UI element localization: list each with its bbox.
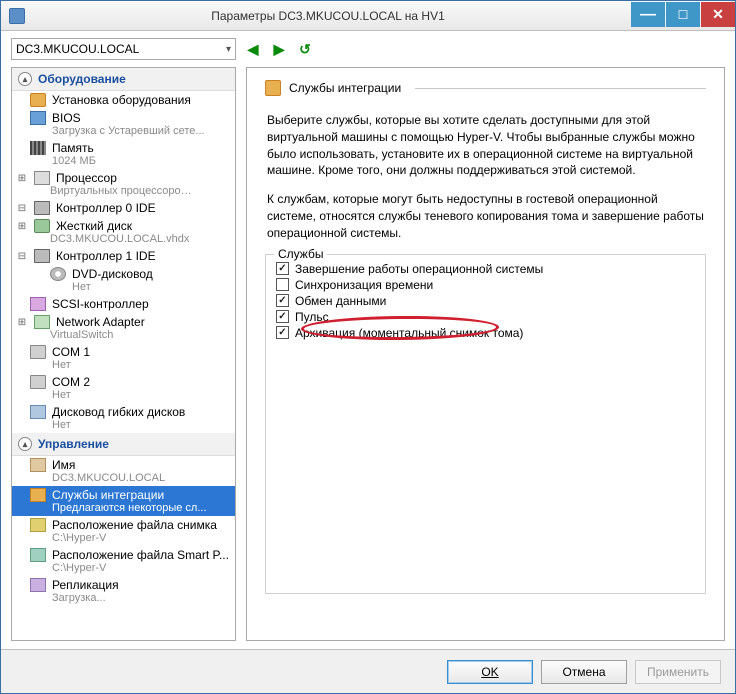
checkbox[interactable]: ✓ [276, 326, 289, 339]
service-label: Пульс [295, 310, 329, 324]
disk-icon [34, 219, 50, 233]
sidebar[interactable]: ▴ Оборудование Установка оборудования BI… [11, 67, 236, 641]
sidebar-item-name[interactable]: Имя DC3.MKUCOU.LOCAL [12, 456, 235, 486]
sidebar-item-ide0[interactable]: ⊟Контроллер 0 IDE [12, 199, 235, 217]
service-label: Синхронизация времени [295, 278, 433, 292]
service-row[interactable]: ✓ Пульс [276, 309, 695, 325]
service-row[interactable]: ✓ Завершение работы операционной системы [276, 261, 695, 277]
refresh-button[interactable]: ↻ [296, 40, 314, 58]
nav-back-button[interactable]: ◀ [244, 40, 262, 58]
panel-title: Службы интеграции [289, 81, 401, 95]
name-icon [30, 458, 46, 472]
scsi-icon [30, 297, 46, 311]
sidebar-item-com2[interactable]: COM 2 Нет [12, 373, 235, 403]
sidebar-item-snapshot[interactable]: Расположение файла снимка C:\Hyper-V [12, 516, 235, 546]
service-label: Обмен данными [295, 294, 386, 308]
sidebar-item-network[interactable]: ⊞Network Adapter VirtualSwitch [12, 313, 235, 343]
titlebar: Параметры DC3.MKUCOU.LOCAL на HV1 — ☐ ✕ [1, 1, 735, 31]
service-row[interactable]: Синхронизация времени [276, 277, 695, 293]
memory-icon [30, 141, 46, 155]
section-management: ▴ Управление [12, 433, 235, 456]
integration-icon [30, 488, 46, 502]
detail-panel: Службы интеграции Выберите службы, котор… [246, 67, 725, 641]
close-button[interactable]: ✕ [701, 2, 735, 27]
sidebar-item-hdd[interactable]: ⊞Жесткий диск DC3.MKUCOU.LOCAL.vhdx [12, 217, 235, 247]
minimize-button[interactable]: — [631, 2, 665, 27]
expand-icon[interactable]: ⊞ [16, 317, 28, 328]
checkbox[interactable]: ✓ [276, 310, 289, 323]
panel-description-2: К службам, которые могут быть недоступны… [267, 191, 704, 241]
services-group: Службы ✓Завершение работы операционной с… [265, 254, 706, 594]
expand-icon[interactable]: ⊞ [16, 173, 28, 184]
expand-icon[interactable]: ⊟ [16, 203, 28, 214]
sidebar-item-dvd[interactable]: DVD-дисковод Нет [12, 265, 235, 295]
sidebar-item-cpu[interactable]: ⊞Процессор Виртуальных процессоров: 1 [12, 169, 235, 199]
integration-icon [265, 80, 281, 96]
service-row[interactable]: ✓ Обмен данными [276, 293, 695, 309]
sidebar-item-bios[interactable]: BIOS Загрузка с Устаревший сете... [12, 109, 235, 139]
bios-icon [30, 111, 46, 125]
snapshot-icon [30, 518, 46, 532]
com-icon [30, 375, 46, 389]
sidebar-item-scsi[interactable]: SCSI-контроллер [12, 295, 235, 313]
sidebar-item-add-hardware[interactable]: Установка оборудования [12, 91, 235, 109]
hardware-icon [30, 93, 46, 107]
divider [415, 88, 706, 89]
sidebar-item-floppy[interactable]: Дисковод гибких дисков Нет [12, 403, 235, 433]
collapse-icon[interactable]: ▴ [18, 72, 32, 86]
dvd-icon [50, 267, 66, 281]
sidebar-item-integration[interactable]: Службы интеграции Предлагаются некоторые… [12, 486, 235, 516]
vm-selector-value: DC3.MKUCOU.LOCAL [16, 42, 139, 56]
service-label: Завершение работы операционной системы [295, 262, 543, 276]
collapse-icon[interactable]: ▴ [18, 437, 32, 451]
ide-icon [34, 201, 50, 215]
sidebar-item-com1[interactable]: COM 1 Нет [12, 343, 235, 373]
cpu-icon [34, 171, 50, 185]
checkbox[interactable] [276, 278, 289, 291]
replication-icon [30, 578, 46, 592]
service-row[interactable]: ✓ Архивация (моментальный снимок тома) [276, 325, 695, 341]
expand-icon[interactable]: ⊟ [16, 251, 28, 262]
com-icon [30, 345, 46, 359]
chevron-down-icon: ▾ [226, 44, 231, 55]
sidebar-item-smart[interactable]: Расположение файла Smart P... C:\Hyper-V [12, 546, 235, 576]
panel-header: Службы интеграции [265, 80, 706, 100]
sidebar-item-memory[interactable]: Память 1024 МБ [12, 139, 235, 169]
smart-icon [30, 548, 46, 562]
ok-button[interactable]: OK [447, 660, 533, 684]
window-title: Параметры DC3.MKUCOU.LOCAL на HV1 [25, 9, 631, 23]
panel-description-1: Выберите службы, которые вы хотите сдела… [267, 112, 704, 179]
cancel-button[interactable]: Отмена [541, 660, 627, 684]
app-icon [9, 8, 25, 24]
network-icon [34, 315, 50, 329]
checkbox[interactable]: ✓ [276, 262, 289, 275]
floppy-icon [30, 405, 46, 419]
service-label: Архивация (моментальный снимок тома) [295, 326, 523, 340]
section-hardware: ▴ Оборудование [12, 68, 235, 91]
expand-icon[interactable]: ⊞ [16, 221, 28, 232]
toolbar: DC3.MKUCOU.LOCAL ▾ ◀ ▶ ↻ [1, 31, 735, 67]
sidebar-item-ide1[interactable]: ⊟Контроллер 1 IDE [12, 247, 235, 265]
nav-forward-button[interactable]: ▶ [270, 40, 288, 58]
maximize-button[interactable]: ☐ [666, 2, 700, 27]
sidebar-item-replication[interactable]: Репликация Загрузка... [12, 576, 235, 606]
checkbox[interactable]: ✓ [276, 294, 289, 307]
vm-selector[interactable]: DC3.MKUCOU.LOCAL ▾ [11, 38, 236, 60]
apply-button: Применить [635, 660, 721, 684]
services-legend: Службы [274, 247, 327, 261]
dialog-footer: OK Отмена Применить [1, 649, 735, 693]
ide-icon [34, 249, 50, 263]
